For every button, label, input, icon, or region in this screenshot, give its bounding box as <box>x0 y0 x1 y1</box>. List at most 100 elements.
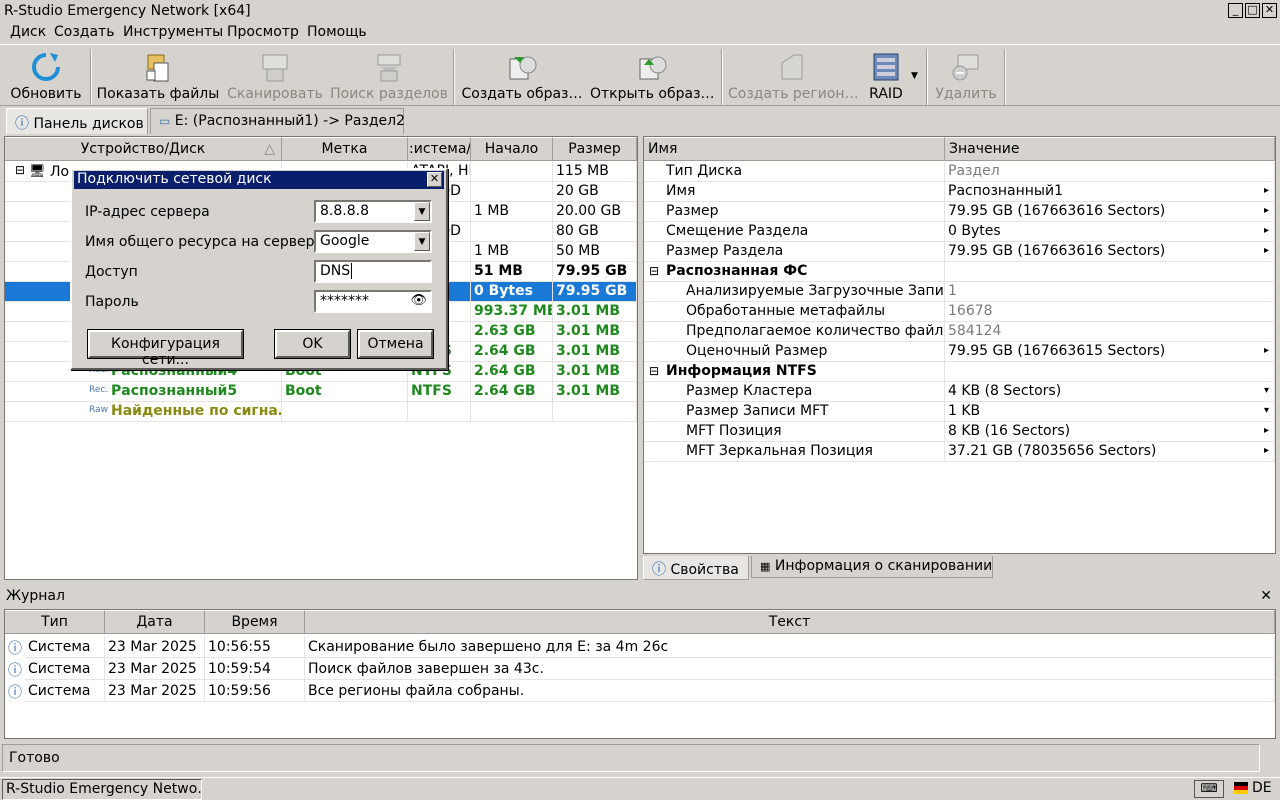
col-label[interactable]: Метка <box>282 137 408 161</box>
find-partitions-button[interactable]: Поиск разделов <box>330 47 448 105</box>
property-row[interactable]: Информация NTFS ⊟ <box>644 362 1275 382</box>
property-row[interactable]: Размер Кластера 4 KB (8 Sectors) ▾ <box>644 382 1275 402</box>
property-row[interactable]: Оценочный Размер 79.95 GB (167663615 Sec… <box>644 342 1275 362</box>
tab-scan-info[interactable]: ▦ Информация о сканировании <box>751 556 993 578</box>
menu-help[interactable]: Помощь <box>307 24 367 40</box>
scan-button[interactable]: Сканировать <box>226 47 324 105</box>
share-name-combo[interactable]: Google ▼ <box>314 230 432 253</box>
property-row[interactable]: Смещение Раздела 0 Bytes ▸ <box>644 222 1275 242</box>
recognized-partition-icon: Rec. <box>89 385 109 395</box>
info-icon: ⓘ <box>15 116 29 132</box>
partition-icon: ▭ <box>159 114 171 128</box>
raid-dropdown-icon[interactable]: ▼ <box>911 71 918 81</box>
network-config-button[interactable]: Конфигурация сети... <box>87 329 244 368</box>
create-region-button[interactable]: Создать регион… <box>728 47 859 105</box>
access-label: Доступ <box>85 264 138 280</box>
col-time[interactable]: Время <box>205 610 305 634</box>
tree-expander-icon[interactable]: ⊟ <box>15 163 25 177</box>
found-by-signature-row[interactable]: Найденные по сигна… Raw <box>5 402 637 422</box>
german-flag-icon <box>1234 782 1248 794</box>
menu-view[interactable]: Просмотр <box>227 24 299 40</box>
language-indicator[interactable]: DE <box>1252 780 1272 796</box>
expand-arrow-icon[interactable]: ▸ <box>1264 245 1269 256</box>
properties-panel: Имя Значение Тип Диска Раздел Имя Распоз… <box>643 136 1276 554</box>
taskbar-app-button[interactable]: R-Studio Emergency Netwo… <box>2 779 202 800</box>
property-row[interactable]: Имя Распознанный1 ▸ <box>644 182 1275 202</box>
section-collapse-icon[interactable]: ⊟ <box>649 264 659 278</box>
raid-button[interactable]: RAID <box>862 47 910 105</box>
col-date[interactable]: Дата <box>105 610 205 634</box>
minimize-button[interactable]: _ <box>1228 3 1243 18</box>
tab-disk-panel[interactable]: ⓘ Панель дисков <box>6 108 148 134</box>
maximize-button[interactable]: □ <box>1245 3 1260 18</box>
expand-arrow-icon[interactable]: ▸ <box>1264 225 1269 236</box>
delete-button[interactable]: Удалить <box>934 47 998 105</box>
col-text[interactable]: Текст <box>305 610 1275 634</box>
open-image-button[interactable]: Открыть образ… <box>590 47 715 105</box>
delete-icon <box>952 54 979 81</box>
col-prop-value[interactable]: Значение <box>945 137 1275 161</box>
property-row[interactable]: Обработанные метафайлы 16678 <box>644 302 1275 322</box>
refresh-button[interactable]: Обновить <box>4 47 88 105</box>
table-icon: ▦ <box>760 560 771 573</box>
share-label: Имя общего ресурса на сервере <box>85 234 324 250</box>
expand-arrow-icon[interactable]: ▸ <box>1264 205 1269 216</box>
dialog-close-button[interactable]: ✕ <box>427 172 442 187</box>
tab-properties[interactable]: ⓘ Свойства <box>643 556 749 580</box>
create-region-icon <box>781 54 803 80</box>
property-row[interactable]: Распознанная ФС ⊟ <box>644 262 1275 282</box>
property-row[interactable]: Размер Раздела 79.95 GB (167663616 Secto… <box>644 242 1275 262</box>
dropdown-icon[interactable]: ▾ <box>1264 405 1269 416</box>
property-row[interactable]: Тип Диска Раздел <box>644 162 1275 182</box>
dropdown-icon[interactable]: ▾ <box>1264 385 1269 396</box>
find-partitions-icon <box>377 54 401 82</box>
expand-arrow-icon[interactable]: ▸ <box>1264 445 1269 456</box>
section-collapse-icon[interactable]: ⊟ <box>649 364 659 378</box>
expand-arrow-icon[interactable]: ▸ <box>1264 425 1269 436</box>
journal-row[interactable]: ⓘ Система 23 Mar 2025 10:59:54 Поиск фай… <box>5 658 1275 680</box>
cancel-button[interactable]: Отмена <box>357 329 434 359</box>
raw-files-icon: Raw <box>89 405 108 415</box>
property-row[interactable]: MFT Зеркальная Позиция 37.21 GB (7803565… <box>644 442 1275 462</box>
property-row[interactable]: Размер 79.95 GB (167663616 Sectors) ▸ <box>644 202 1275 222</box>
property-row[interactable]: Размер Записи MFT 1 KB ▾ <box>644 402 1275 422</box>
ip-dropdown-icon[interactable]: ▼ <box>414 202 430 221</box>
show-files-button[interactable]: Показать файлы <box>96 47 220 105</box>
create-image-button[interactable]: Создать образ… <box>460 47 584 105</box>
menu-tools[interactable]: Инструменты <box>123 24 223 40</box>
menu-bar: Диск Создать Инструменты Просмотр Помощь <box>0 22 1280 44</box>
journal-close-icon[interactable]: ✕ <box>1260 588 1272 604</box>
col-prop-name[interactable]: Имя <box>644 137 945 161</box>
properties-tabs: ⓘ Свойства ▦ Информация о сканировании <box>643 556 1276 580</box>
journal-title: Журнал <box>6 588 65 604</box>
close-window-button[interactable]: ✕ <box>1262 3 1277 18</box>
col-start[interactable]: Начало <box>471 137 553 161</box>
access-input[interactable]: DNS <box>314 260 432 283</box>
ok-button[interactable]: OK <box>274 329 351 359</box>
col-fs[interactable]: :истема/ <box>408 137 471 161</box>
dialog-title-bar: Подключить сетевой диск ✕ <box>74 171 444 189</box>
expand-arrow-icon[interactable]: ▸ <box>1264 345 1269 356</box>
col-type[interactable]: Тип <box>5 610 105 634</box>
eye-slash-icon[interactable]: 👁 <box>410 293 427 308</box>
info-icon: ⓘ <box>8 663 22 679</box>
journal-table: Тип Дата Время Текст ⓘ Система 23 Mar 20… <box>4 609 1276 739</box>
property-row[interactable]: Анализируемые Загрузочные Записи 1 <box>644 282 1275 302</box>
keyboard-icon[interactable]: ⌨ <box>1194 780 1224 798</box>
property-row[interactable]: MFT Позиция 8 KB (16 Sectors) ▸ <box>644 422 1275 442</box>
col-device[interactable]: Устройство/Диск △ <box>5 137 282 161</box>
journal-row[interactable]: ⓘ Система 23 Mar 2025 10:59:56 Все регио… <box>5 680 1275 702</box>
expand-arrow-icon[interactable]: ▸ <box>1264 185 1269 196</box>
title-bar: R-Studio Emergency Network [x64] _ □ ✕ <box>0 0 1280 22</box>
journal-row[interactable]: ⓘ Система 23 Mar 2025 10:56:55 Сканирова… <box>5 636 1275 658</box>
tab-partition[interactable]: ▭ E: (Распознанный1) -> Раздел2 <box>150 108 405 134</box>
col-size[interactable]: Размер <box>553 137 637 161</box>
ip-address-combo[interactable]: 8.8.8.8 ▼ <box>314 200 432 223</box>
recognized-partition-row[interactable]: Распознанный5 Rec. Boot NTFS 2.64 GB 3.0… <box>5 382 637 402</box>
menu-disk[interactable]: Диск <box>10 24 46 40</box>
menu-create[interactable]: Создать <box>54 24 114 40</box>
share-dropdown-icon[interactable]: ▼ <box>414 232 430 251</box>
password-label: Пароль <box>85 294 139 310</box>
password-input[interactable]: ******* 👁 <box>314 290 432 313</box>
property-row[interactable]: Предполагаемое количество файлов 584124 <box>644 322 1275 342</box>
